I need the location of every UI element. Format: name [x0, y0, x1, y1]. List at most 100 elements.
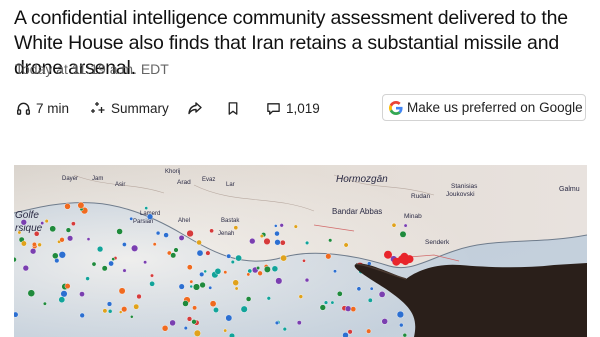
- summary-button[interactable]: Summary: [90, 94, 169, 122]
- ship-marker: [60, 290, 68, 298]
- ship-marker: [58, 296, 66, 303]
- ship-marker: [223, 270, 228, 275]
- ship-marker: [263, 266, 271, 273]
- ship-marker: [136, 293, 142, 300]
- ship-marker: [209, 228, 214, 234]
- ship-marker: [225, 314, 233, 322]
- map-label: Arad: [177, 179, 191, 186]
- map-label: Dayer: [62, 176, 78, 182]
- ship-marker: [274, 320, 280, 325]
- ship-marker: [196, 239, 202, 246]
- map-label: Bandar Abbas: [332, 207, 382, 216]
- ship-marker: [169, 319, 176, 327]
- ship-marker: [170, 252, 177, 259]
- map-label: Golfe: [15, 210, 39, 221]
- ship-marker: [214, 268, 222, 275]
- alert-marker: [399, 255, 408, 264]
- ship-marker: [342, 332, 349, 337]
- ship-marker: [245, 296, 252, 302]
- ship-marker: [102, 308, 108, 314]
- ship-marker: [182, 300, 189, 307]
- ship-marker: [131, 244, 139, 252]
- alert-marker: [392, 257, 401, 266]
- ship-marker: [381, 318, 388, 325]
- ship-marker: [152, 242, 157, 247]
- ship-marker: [40, 221, 45, 225]
- ship-marker: [31, 242, 37, 247]
- ship-marker: [58, 251, 66, 259]
- ship-marker: [27, 289, 35, 297]
- ship-marker: [149, 281, 155, 287]
- ship-marker: [118, 287, 126, 295]
- ship-marker: [325, 253, 332, 260]
- ship-marker: [343, 242, 349, 248]
- ship-marker: [328, 238, 333, 243]
- ship-marker: [122, 268, 127, 273]
- ship-marker: [116, 228, 123, 235]
- summary-label: Summary: [111, 100, 169, 116]
- ship-marker: [403, 223, 408, 228]
- ship-marker: [356, 286, 362, 292]
- map-label: Galmu: [559, 186, 580, 193]
- ship-marker: [192, 305, 198, 311]
- ship-marker: [17, 230, 22, 235]
- ship-marker: [118, 310, 123, 314]
- ship-marker: [183, 326, 188, 331]
- ship-marker: [266, 296, 271, 301]
- google-preferred-label: Make us preferred on Google: [407, 100, 583, 115]
- ship-marker: [71, 221, 76, 227]
- google-preferred-button[interactable]: Make us preferred on Google: [382, 94, 586, 121]
- ship-marker: [20, 219, 27, 226]
- map-label: Minab: [404, 213, 422, 220]
- ship-marker: [279, 223, 284, 228]
- article-photo: Hormozgān Bandar Abbas Stanisias Joukovs…: [14, 165, 587, 337]
- google-g-icon: [389, 100, 403, 115]
- ship-marker: [86, 237, 91, 241]
- map-label: Lar: [226, 182, 235, 188]
- ship-marker: [402, 333, 407, 337]
- map-label: Ahel: [178, 218, 190, 224]
- ship-marker: [271, 265, 279, 273]
- ship-marker: [333, 269, 337, 274]
- ship-marker: [155, 230, 161, 236]
- map-label: Parsian: [133, 219, 153, 225]
- ship-marker: [91, 261, 97, 267]
- comments-count: 1,019: [286, 100, 320, 116]
- ship-marker: [121, 306, 128, 313]
- ship-marker: [249, 237, 256, 245]
- ship-marker: [305, 240, 310, 245]
- ship-marker: [213, 307, 219, 313]
- map-label: Hormozgān: [336, 174, 388, 185]
- ship-marker: [246, 272, 251, 277]
- ship-marker: [274, 230, 280, 237]
- ship-marker: [298, 294, 303, 299]
- ship-marker: [208, 285, 213, 290]
- ship-marker: [378, 291, 386, 298]
- ship-marker: [235, 254, 242, 262]
- ship-marker: [279, 239, 286, 246]
- ship-marker: [280, 254, 287, 262]
- ship-marker: [209, 300, 217, 307]
- map-label: Evaz: [202, 177, 215, 183]
- map-label: Asir: [115, 182, 125, 188]
- ship-marker: [293, 224, 298, 229]
- ship-marker: [111, 257, 115, 261]
- ship-marker: [191, 319, 197, 325]
- ship-marker: [173, 247, 179, 253]
- comments-button[interactable]: 1,019: [266, 94, 320, 122]
- listen-button[interactable]: 7 min: [16, 94, 69, 122]
- ship-marker: [256, 266, 261, 270]
- ship-marker: [146, 213, 154, 220]
- ship-marker: [122, 242, 127, 247]
- ship-marker: [259, 234, 264, 239]
- ship-marker: [230, 259, 235, 264]
- share-button[interactable]: [187, 94, 203, 122]
- ship-marker: [59, 237, 65, 243]
- ship-marker: [129, 216, 134, 221]
- ship-marker: [232, 279, 239, 286]
- ship-marker: [44, 219, 49, 224]
- ship-marker: [233, 225, 239, 231]
- article-timestamp: Today at 11:19 a.m. EDT: [15, 61, 169, 77]
- bookmark-button[interactable]: [226, 94, 240, 122]
- ship-marker: [396, 310, 405, 319]
